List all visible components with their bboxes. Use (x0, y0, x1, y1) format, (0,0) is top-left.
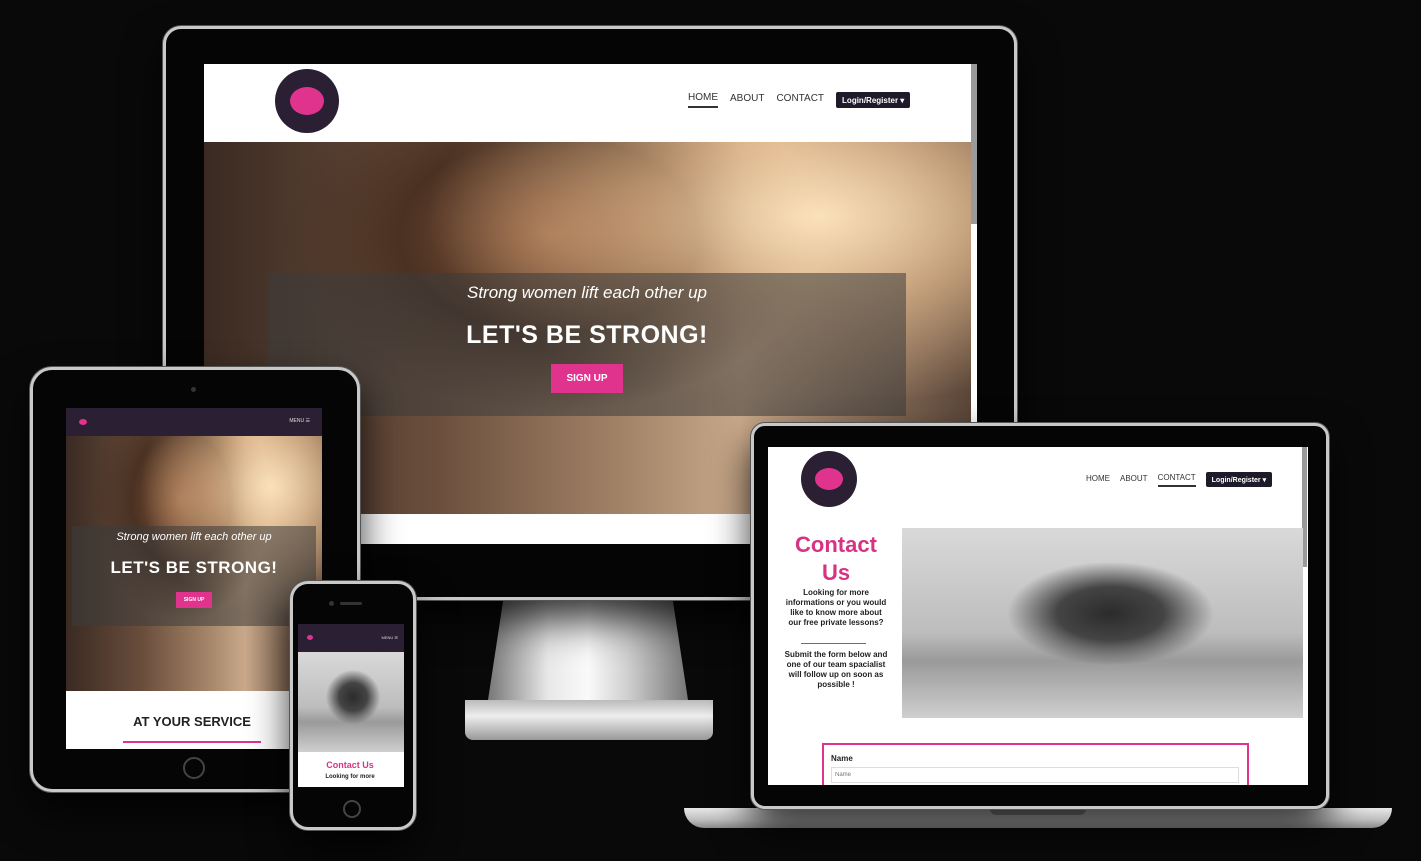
name-input[interactable] (831, 767, 1239, 783)
phone-speaker (340, 602, 362, 605)
phone-contact-title: Contact Us (326, 760, 374, 770)
tablet-logo[interactable] (76, 415, 90, 429)
laptop-notch (990, 808, 1086, 815)
tablet-hero-overlay: Strong women lift each other up LET'S BE… (72, 526, 316, 626)
phone-contact-image (298, 652, 404, 752)
phone-logo[interactable] (304, 631, 316, 643)
desktop-nav: HOME ABOUT CONTACT Login/Register ▾ (688, 92, 911, 108)
phone-menu[interactable]: MENU ☰ (382, 635, 398, 640)
phone-screen: MENU ☰ Contact Us Looking for more (298, 624, 404, 787)
contact-title: Contact Us (795, 532, 877, 585)
tablet-menu[interactable]: MENU ☰ (289, 418, 310, 424)
logo-icon (290, 87, 324, 115)
desktop-scrollbar[interactable] (971, 64, 977, 224)
hero-tagline: Strong women lift each other up (466, 283, 708, 302)
section-divider (123, 741, 261, 743)
laptop-nav-about[interactable]: ABOUT (1120, 474, 1148, 486)
nav-about[interactable]: ABOUT (730, 93, 764, 107)
tablet-camera (191, 387, 196, 392)
contact-text-2: Submit the form below and one of our tea… (784, 650, 888, 689)
tablet-signup-button[interactable]: SIGN UP (175, 592, 213, 608)
phone-contact-text: Looking for more (325, 774, 375, 780)
laptop-logo[interactable] (801, 451, 857, 507)
desktop-logo[interactable] (275, 69, 339, 133)
tablet-menu-label: MENU (289, 418, 305, 424)
tablet-header: MENU ☰ (66, 408, 322, 436)
tablet-hero-title: LET'S BE STRONG! (110, 558, 278, 577)
desktop-hero-overlay: Strong women lift each other up LET'S BE… (268, 273, 906, 416)
contact-divider (801, 643, 866, 644)
contact-text-1: Looking for more informations or you wou… (785, 588, 887, 627)
login-register-button[interactable]: Login/Register ▾ (836, 92, 911, 108)
laptop-login-register-button[interactable]: Login/Register ▾ (1205, 472, 1273, 487)
phone-header: MENU ☰ (298, 624, 404, 652)
name-label: Name (831, 754, 853, 763)
logo-icon (815, 468, 843, 490)
phone-camera (329, 601, 334, 606)
nav-contact[interactable]: CONTACT (776, 93, 824, 107)
laptop-nav-contact[interactable]: CONTACT (1157, 473, 1196, 487)
section-title: AT YOUR SERVICE (133, 714, 251, 729)
monitor-stand-base (465, 700, 713, 740)
laptop-nav-home[interactable]: HOME (1086, 474, 1110, 486)
tablet-home-button[interactable] (183, 757, 205, 779)
laptop-login-register-label: Login/Register (1211, 477, 1261, 484)
laptop-nav: HOME ABOUT CONTACT Login/Register ▾ (1086, 472, 1273, 487)
hero-title: LET'S BE STRONG! (466, 321, 708, 349)
contact-image (902, 528, 1303, 718)
monitor-stand (488, 595, 688, 700)
nav-home[interactable]: HOME (688, 92, 718, 108)
tablet-screen: MENU ☰ Strong women lift each other up L… (66, 408, 322, 749)
signup-button[interactable]: SIGN UP (551, 364, 623, 393)
contact-form: Name (822, 743, 1249, 785)
phone-menu-label: MENU (381, 635, 394, 640)
phone-home-button[interactable] (343, 800, 361, 818)
tablet-hero-tagline: Strong women lift each other up (116, 531, 272, 543)
logo-icon (79, 419, 87, 425)
logo-icon (307, 634, 313, 640)
login-register-label: Login/Register (842, 96, 899, 105)
laptop-screen: HOME ABOUT CONTACT Login/Register ▾ Cont… (768, 447, 1308, 785)
